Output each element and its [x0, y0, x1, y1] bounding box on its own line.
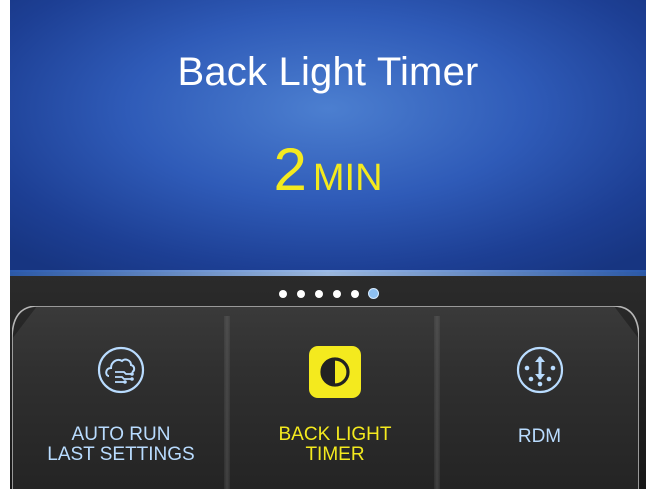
menu-item-back-light-timer[interactable]: BACK LIGHT TIMER [230, 306, 440, 489]
menu-item-label-line1: BACK LIGHT [278, 424, 392, 445]
auto-run-cloud-icon [97, 346, 145, 399]
timer-value-unit: MIN [312, 157, 383, 199]
menu-item-label-line1: RDM [517, 426, 562, 447]
page-indicator [10, 289, 646, 298]
menu-item-rdm[interactable]: RDM [440, 306, 639, 489]
menu-item-label-line2: LAST SETTINGS [47, 444, 195, 465]
page-dot [296, 289, 305, 298]
page-dot [314, 289, 323, 298]
page-dot [332, 289, 341, 298]
menu-item-label: RDM [440, 427, 639, 447]
menu-item-label: BACK LIGHT TIMER [230, 425, 440, 465]
rdm-connector-icon [516, 346, 564, 399]
contrast-icon [307, 344, 363, 405]
page-dot [350, 289, 359, 298]
device-screen: Back Light Timer 2 MIN AUTO RUN LAST SET… [10, 0, 646, 489]
menu-item-auto-run[interactable]: AUTO RUN LAST SETTINGS [12, 306, 230, 489]
page-dot [278, 289, 287, 298]
menu-item-label-line1: AUTO RUN [71, 424, 171, 445]
menu-carousel: AUTO RUN LAST SETTINGS BACK LIGHT TIMER [12, 306, 639, 489]
page-dot-active [368, 289, 378, 298]
timer-value: 2 MIN [10, 140, 646, 200]
timer-value-number: 2 [273, 136, 307, 203]
menu-item-label: AUTO RUN LAST SETTINGS [12, 425, 230, 465]
value-display-panel: Back Light Timer 2 MIN [10, 0, 646, 272]
menu-item-label-line2: TIMER [305, 444, 365, 465]
page-title: Back Light Timer [177, 50, 479, 94]
